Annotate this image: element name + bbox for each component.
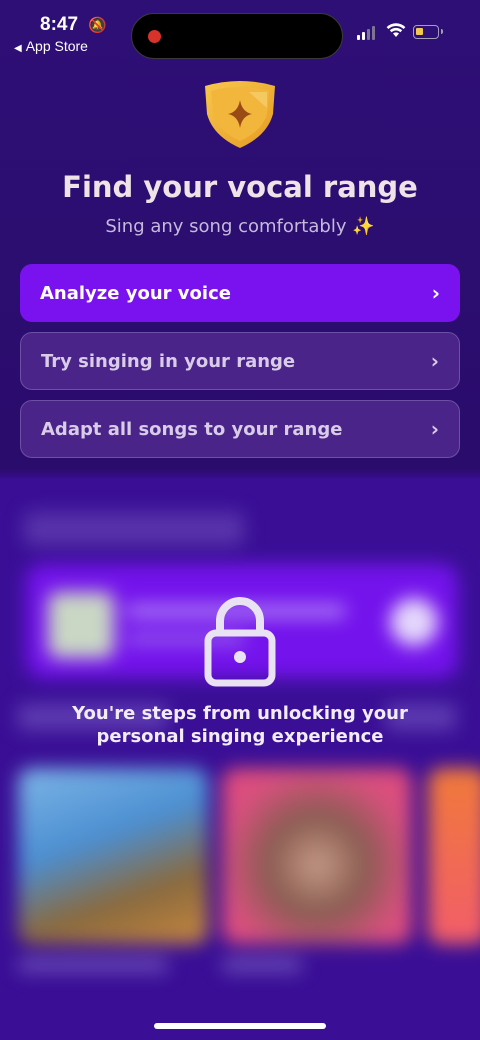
- app-screen: 8:47 🔕 ◀ App Store Find your vocal range…: [0, 0, 480, 1040]
- chevron-right-icon: ›: [430, 417, 439, 441]
- option-label: Adapt all songs to your range: [41, 418, 343, 440]
- chevron-right-icon: ›: [430, 349, 439, 373]
- dynamic-island: [131, 13, 343, 59]
- option-label: Try singing in your range: [41, 350, 296, 372]
- cellular-signal-icon: [357, 26, 375, 40]
- blurred-content: [0, 478, 480, 1040]
- unlock-message: You're steps from unlocking your persona…: [72, 703, 408, 747]
- back-app-label: App Store: [25, 38, 88, 54]
- page-subtitle: Sing any song comfortably ✨: [105, 216, 375, 237]
- back-to-app-store-link[interactable]: ◀ App Store: [14, 38, 88, 54]
- bell-slash-icon: 🔕: [88, 16, 107, 34]
- lock-icon: [204, 597, 276, 687]
- try-singing-button[interactable]: Try singing in your range ›: [20, 332, 460, 390]
- option-label: Analyze your voice: [40, 282, 231, 304]
- locked-content-preview: [0, 478, 480, 1040]
- battery-low-icon: [413, 25, 443, 39]
- page-title: Find your vocal range: [62, 170, 418, 204]
- chevron-right-icon: ›: [431, 281, 440, 305]
- status-time: 8:47: [40, 14, 79, 35]
- analyze-voice-button[interactable]: Analyze your voice ›: [20, 264, 460, 322]
- home-indicator[interactable]: [154, 1023, 326, 1029]
- recording-dot-icon: [148, 30, 161, 43]
- star-shield-icon: [205, 81, 275, 148]
- adapt-songs-button[interactable]: Adapt all songs to your range ›: [20, 400, 460, 458]
- back-triangle-icon: ◀: [14, 43, 22, 54]
- status-bar: 8:47 🔕 ◀ App Store: [0, 0, 480, 64]
- wifi-icon: [386, 23, 406, 37]
